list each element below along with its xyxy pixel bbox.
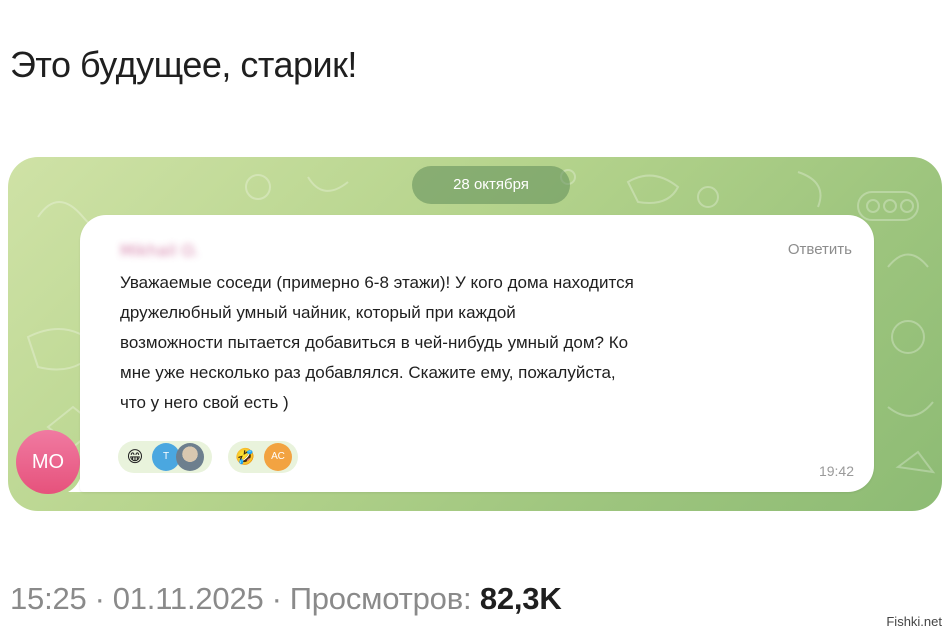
post-date: 01.11.2025 (112, 581, 264, 616)
separator-dot: · (271, 581, 282, 616)
watermark: Fishki.net (886, 614, 942, 629)
grin-emoji-icon: 😁 (126, 447, 144, 466)
reaction-grin[interactable]: 😁 Т (118, 441, 212, 473)
post-time: 15:25 (10, 581, 87, 616)
chat-screenshot: 28 октября МО Mikhail O. Ответить Уважае… (8, 157, 942, 511)
reactor-avatar-ac: АС (264, 443, 292, 471)
views-label: Просмотров: (289, 581, 472, 616)
message-line: что у него свой есть ) (120, 393, 289, 412)
rofl-emoji-icon: 🤣 (235, 447, 255, 466)
sender-name[interactable]: Mikhail O. (120, 241, 198, 260)
message-bubble[interactable]: Mikhail O. Ответить Уважаемые соседи (пр… (80, 215, 874, 492)
views-count: 82,3K (479, 581, 562, 616)
reply-button[interactable]: Ответить (788, 241, 852, 258)
message-text: Уважаемые соседи (примерно 6-8 этажи)! У… (120, 268, 860, 418)
reaction-rofl[interactable]: 🤣 АС (228, 441, 298, 473)
message-line: Уважаемые соседи (примерно 6-8 этажи)! У… (120, 273, 634, 292)
separator-dot: · (94, 581, 105, 616)
message-line: мне уже несколько раз добавлялся. Скажит… (120, 363, 616, 382)
post-meta: 15:25 · 01.11.2025 · Просмотров: 82,3K (10, 581, 562, 617)
date-separator-pill: 28 октября (412, 166, 570, 204)
reactor-avatar-photo (176, 443, 204, 471)
post-title: Это будущее, старик! (10, 44, 357, 85)
message-line: возможности пытается добавиться в чей-ни… (120, 333, 629, 352)
message-time: 19:42 (818, 463, 854, 479)
message-line: дружелюбный умный чайник, который при ка… (120, 303, 516, 322)
